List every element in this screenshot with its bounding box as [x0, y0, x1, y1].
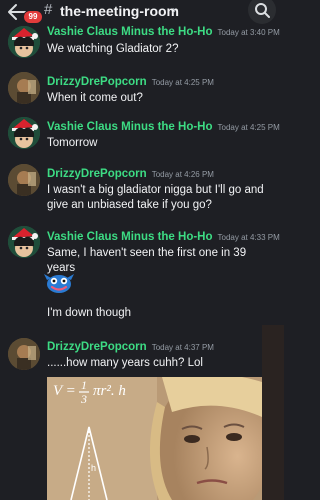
message-text: Tomorrow — [47, 137, 98, 149]
avatar-image — [8, 26, 40, 58]
search-icon — [255, 3, 270, 18]
search-button[interactable] — [248, 0, 276, 24]
timestamp: Today at 4:33 PM — [217, 233, 280, 242]
avatar-image — [8, 164, 40, 196]
username[interactable]: Vashie Claus Minus the Ho-Ho — [47, 26, 213, 38]
avatar-image — [8, 72, 40, 104]
height-label: h — [91, 463, 96, 473]
avatar[interactable] — [8, 338, 40, 370]
timestamp: Today at 3:40 PM — [217, 28, 280, 37]
chevron-right-icon[interactable]: › — [172, 3, 176, 17]
message-text: When it come out? — [47, 92, 143, 104]
message-text: ......how many years cuhh? Lol — [47, 357, 203, 369]
timestamp: Today at 4:37 PM — [151, 343, 214, 352]
message-text: I wasn't a big gladiator nigga but I'll … — [47, 184, 264, 211]
svg-text:V =: V = — [53, 383, 76, 399]
formula-numerator: 1 — [81, 378, 87, 392]
side-edge — [262, 325, 284, 500]
avatar[interactable] — [8, 226, 40, 258]
timestamp: Today at 4:26 PM — [151, 170, 214, 179]
unread-badge: 99 — [23, 10, 43, 24]
fish-emoji-icon — [44, 274, 74, 293]
username[interactable]: Vashie Claus Minus the Ho-Ho — [47, 121, 213, 133]
formula-tail: πr². h — [93, 383, 126, 399]
avatar[interactable] — [8, 117, 40, 149]
message-text: Same, I haven't seen the first one in 39… — [47, 247, 247, 274]
avatar-image — [8, 338, 40, 370]
channel-hash-icon: # — [44, 1, 53, 18]
timestamp: Today at 4:25 PM — [217, 123, 280, 132]
avatar[interactable] — [8, 26, 40, 58]
channel-header: 99 # the-meeting-room › — [0, 0, 284, 24]
message-text: We watching Gladiator 2? — [47, 43, 179, 55]
avatar[interactable] — [8, 164, 40, 196]
avatar-image — [8, 117, 40, 149]
timestamp: Today at 4:25 PM — [151, 78, 214, 87]
confused-math-meme: V = 1 3 πr². h h — [47, 377, 262, 500]
formula-lead: V = — [53, 383, 76, 399]
message-text: I'm down though — [47, 307, 132, 319]
username[interactable]: DrizzyDrePopcorn — [47, 168, 147, 180]
avatar-image — [8, 226, 40, 258]
meme-image[interactable]: V = 1 3 πr². h h — [47, 377, 262, 500]
username[interactable]: DrizzyDrePopcorn — [47, 76, 147, 88]
username[interactable]: Vashie Claus Minus the Ho-Ho — [47, 231, 213, 243]
formula-denominator: 3 — [80, 392, 87, 406]
channel-name[interactable]: the-meeting-room — [60, 3, 179, 19]
avatar[interactable] — [8, 72, 40, 104]
username[interactable]: DrizzyDrePopcorn — [47, 341, 147, 353]
